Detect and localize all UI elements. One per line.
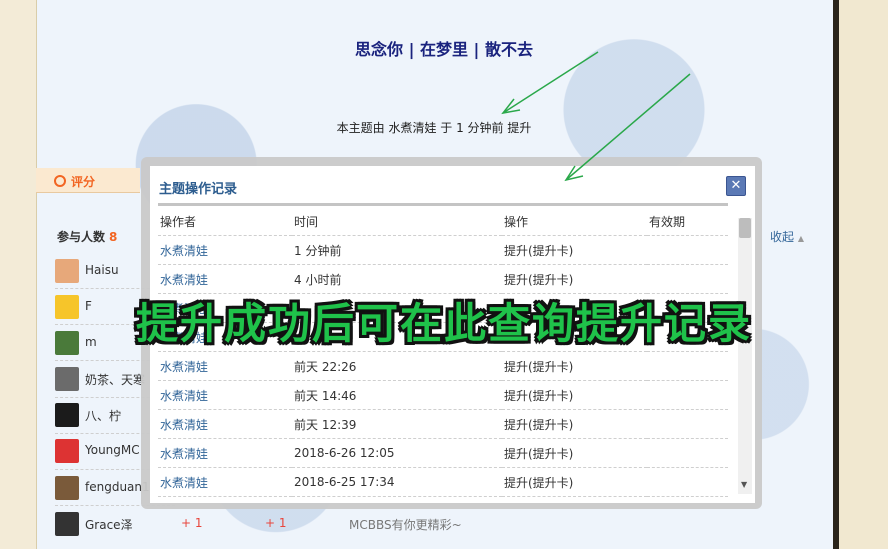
arrowhead-icon (501, 98, 521, 115)
annotation-arrows (501, 51, 691, 182)
overlay-caption: 提升成功后可在此查询提升记录 (135, 299, 752, 348)
arrow-line (565, 73, 691, 181)
arrow-line (502, 51, 599, 114)
